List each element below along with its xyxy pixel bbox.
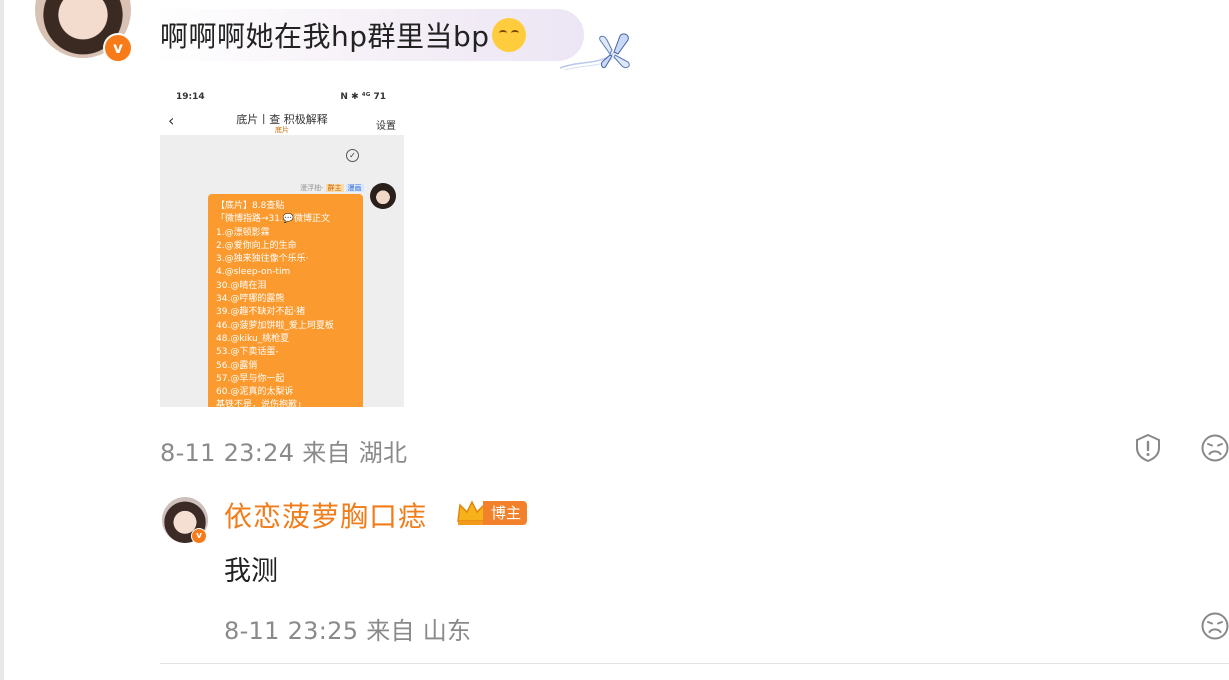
divider: [160, 663, 1229, 664]
butterfly-icon: [560, 33, 630, 71]
screenshot-message-line: 1.@漂顿影霖: [216, 227, 270, 238]
sender-tag-owner: 群主: [325, 184, 344, 192]
comment-location-prefix: 来自: [302, 439, 351, 467]
screenshot-settings: 设置: [376, 121, 396, 132]
screenshot-subtitle: 底片: [275, 126, 289, 134]
reply-meta: 8-11 23:25 来自 山东: [224, 611, 471, 646]
verified-badge-icon: v: [103, 33, 133, 63]
reply-location-prefix: 来自: [366, 617, 415, 645]
sender-name: 漫浮柚-: [300, 184, 324, 192]
comment-location: 湖北: [358, 439, 408, 467]
report-icon[interactable]: [1133, 433, 1163, 463]
screenshot-time: 19:14: [176, 92, 205, 102]
left-rail: [0, 0, 4, 680]
screenshot-message-line: 56.@露俏: [216, 360, 258, 371]
screenshot-message: 【底片】8.8查贴「微博指路→31.💬微博正文 1.@漂顿影霖 2.@爱你向上的生命…: [208, 194, 363, 407]
pleading-face-emoji-icon: [491, 18, 526, 52]
verified-badge-small-icon: v: [191, 528, 207, 544]
dislike-face-icon[interactable]: [1200, 433, 1229, 463]
screenshot-message-line: 39.@趣不缺对不起·猪: [216, 307, 306, 318]
screenshot-message-line: 「微博指路→31.💬微博正文: [216, 214, 331, 225]
reply-author-name[interactable]: 依恋菠萝胸口痣: [224, 495, 427, 535]
sender-avatar: [370, 183, 396, 209]
check-circle-icon: ✓: [346, 149, 359, 162]
screenshot-message-line: 30.@晴在泪: [216, 280, 267, 291]
screenshot-message-line: 【底片】8.8查贴: [216, 201, 285, 211]
sender-tag-comic: 漫画: [345, 184, 364, 192]
comment-bubble: 啊啊啊她在我hp群里当bp: [152, 9, 584, 61]
screenshot-statusbar: 19:14 N ✱ ⁴ᴳ 71: [160, 87, 404, 109]
screenshot-message-line: 34.@哼哪的露熊: [216, 294, 285, 305]
screenshot-message-line: 60.@泥真的太梨诉: [216, 387, 294, 398]
screenshot-message-line: 46.@菠萝加饼啦_爱上珂夏板: [216, 320, 334, 331]
comment-meta: 8-11 23:24 来自 湖北: [160, 433, 407, 468]
screenshot-navbar: ‹ 底片丨查 积极解释 底片 设置: [160, 109, 404, 135]
comment-timestamp: 8-11 23:24: [160, 439, 295, 467]
screenshot-message-line: 2.@爱你向上的生命: [216, 240, 297, 251]
reply-text: 我测: [224, 556, 278, 587]
screenshot-message-line: 3.@独来独往像个乐乐·: [216, 254, 309, 265]
screenshot-sender: 漫浮柚- 群主 漫画: [300, 183, 364, 193]
reply-location: 山东: [422, 617, 472, 645]
screenshot-message-line: 基铁不是，说伤抱歉」: [216, 400, 307, 407]
author-badge: 博主: [483, 501, 528, 525]
screenshot-message-line: 53.@下卖话蛋-: [216, 347, 279, 358]
attached-screenshot[interactable]: 19:14 N ✱ ⁴ᴳ 71 ‹ 底片丨查 积极解释 底片 设置 ✓ 漫浮柚-…: [160, 87, 404, 407]
screenshot-message-line: 48.@kiku_桃枪夏: [216, 333, 290, 344]
reply-timestamp: 8-11 23:25: [224, 617, 359, 645]
screenshot-status-icons: N ✱ ⁴ᴳ 71: [340, 92, 386, 102]
screenshot-message-line: 57.@早与你一起: [216, 373, 285, 384]
screenshot-message-line: 4.@sleep-on-tim: [216, 267, 291, 278]
dislike-face-icon[interactable]: [1200, 611, 1229, 641]
comment-text: 啊啊啊她在我hp群里当bp: [160, 20, 490, 53]
